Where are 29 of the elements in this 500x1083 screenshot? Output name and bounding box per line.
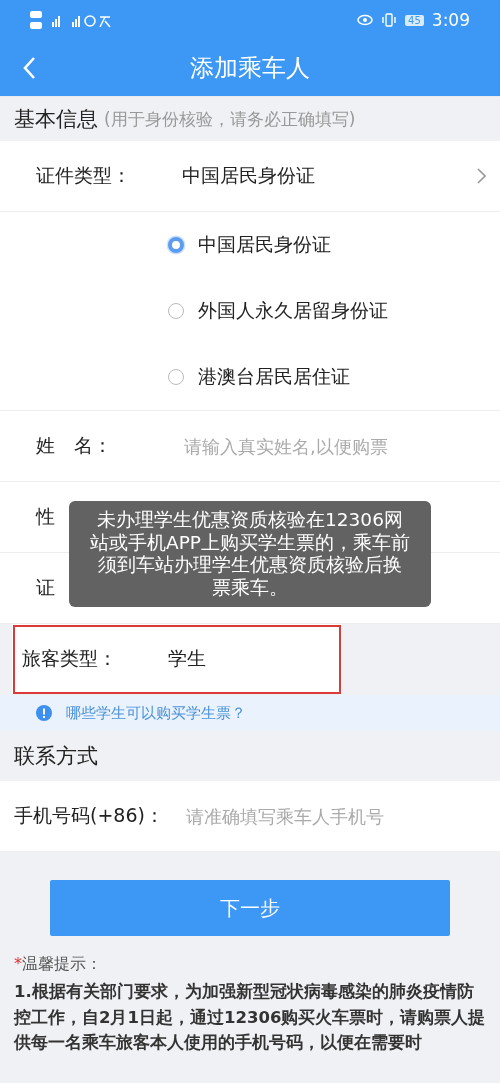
tips-title: 温馨提示：	[22, 954, 102, 973]
eye-icon	[357, 14, 374, 26]
field-value: 学生	[168, 646, 207, 671]
section-note: (用于身份核验，请务必正确填写)	[104, 107, 356, 131]
field-label: 性	[36, 504, 55, 529]
section-title: 联系方式	[14, 743, 98, 770]
required-mark: *	[14, 954, 22, 973]
status-time: 3:09	[431, 10, 470, 30]
option-label[interactable]: 港澳台居民居住证	[198, 364, 350, 390]
back-icon[interactable]	[22, 56, 36, 80]
toast-message: 未办理学生优惠资质核验在12306网站或手机APP上购买学生票的，乘车前须到车站办理学生优惠资质核验后换票乘车。	[69, 501, 431, 608]
chevron-icon[interactable]	[477, 168, 486, 184]
field-label: 证	[36, 575, 55, 600]
page-title: 添加乘车人	[190, 53, 310, 84]
field-label: 旅客类型：	[22, 646, 118, 671]
radio-button[interactable]	[168, 237, 184, 253]
vibrate-icon	[381, 13, 398, 27]
field-label: 姓 名：	[36, 433, 113, 458]
battery-level: 45	[405, 14, 424, 26]
input-field[interactable]: 请输入真实姓名,以便购票	[182, 434, 486, 458]
field-label: 证件类型：	[36, 163, 132, 188]
info-icon	[36, 705, 52, 721]
section-title: 基本信息	[14, 106, 98, 133]
tip-paragraph: 1.根据有关部门要求，为加强新型冠状病毒感染的肺炎疫情防控工作，自2月1日起，通过12306购买火车票时，请购票人提供每一名乘车旅客本人使用的手机号码，以便在需要时	[14, 981, 486, 1055]
id-type-select[interactable]: 中国居民身份证	[182, 163, 477, 189]
option-label[interactable]: 外国人永久居留身份证	[198, 298, 388, 324]
field-label: 手机号码(+86)：	[14, 803, 165, 828]
option-label[interactable]: 中国居民身份证	[198, 232, 331, 258]
phone-input[interactable]: 请准确填写乘车人手机号	[184, 804, 486, 828]
